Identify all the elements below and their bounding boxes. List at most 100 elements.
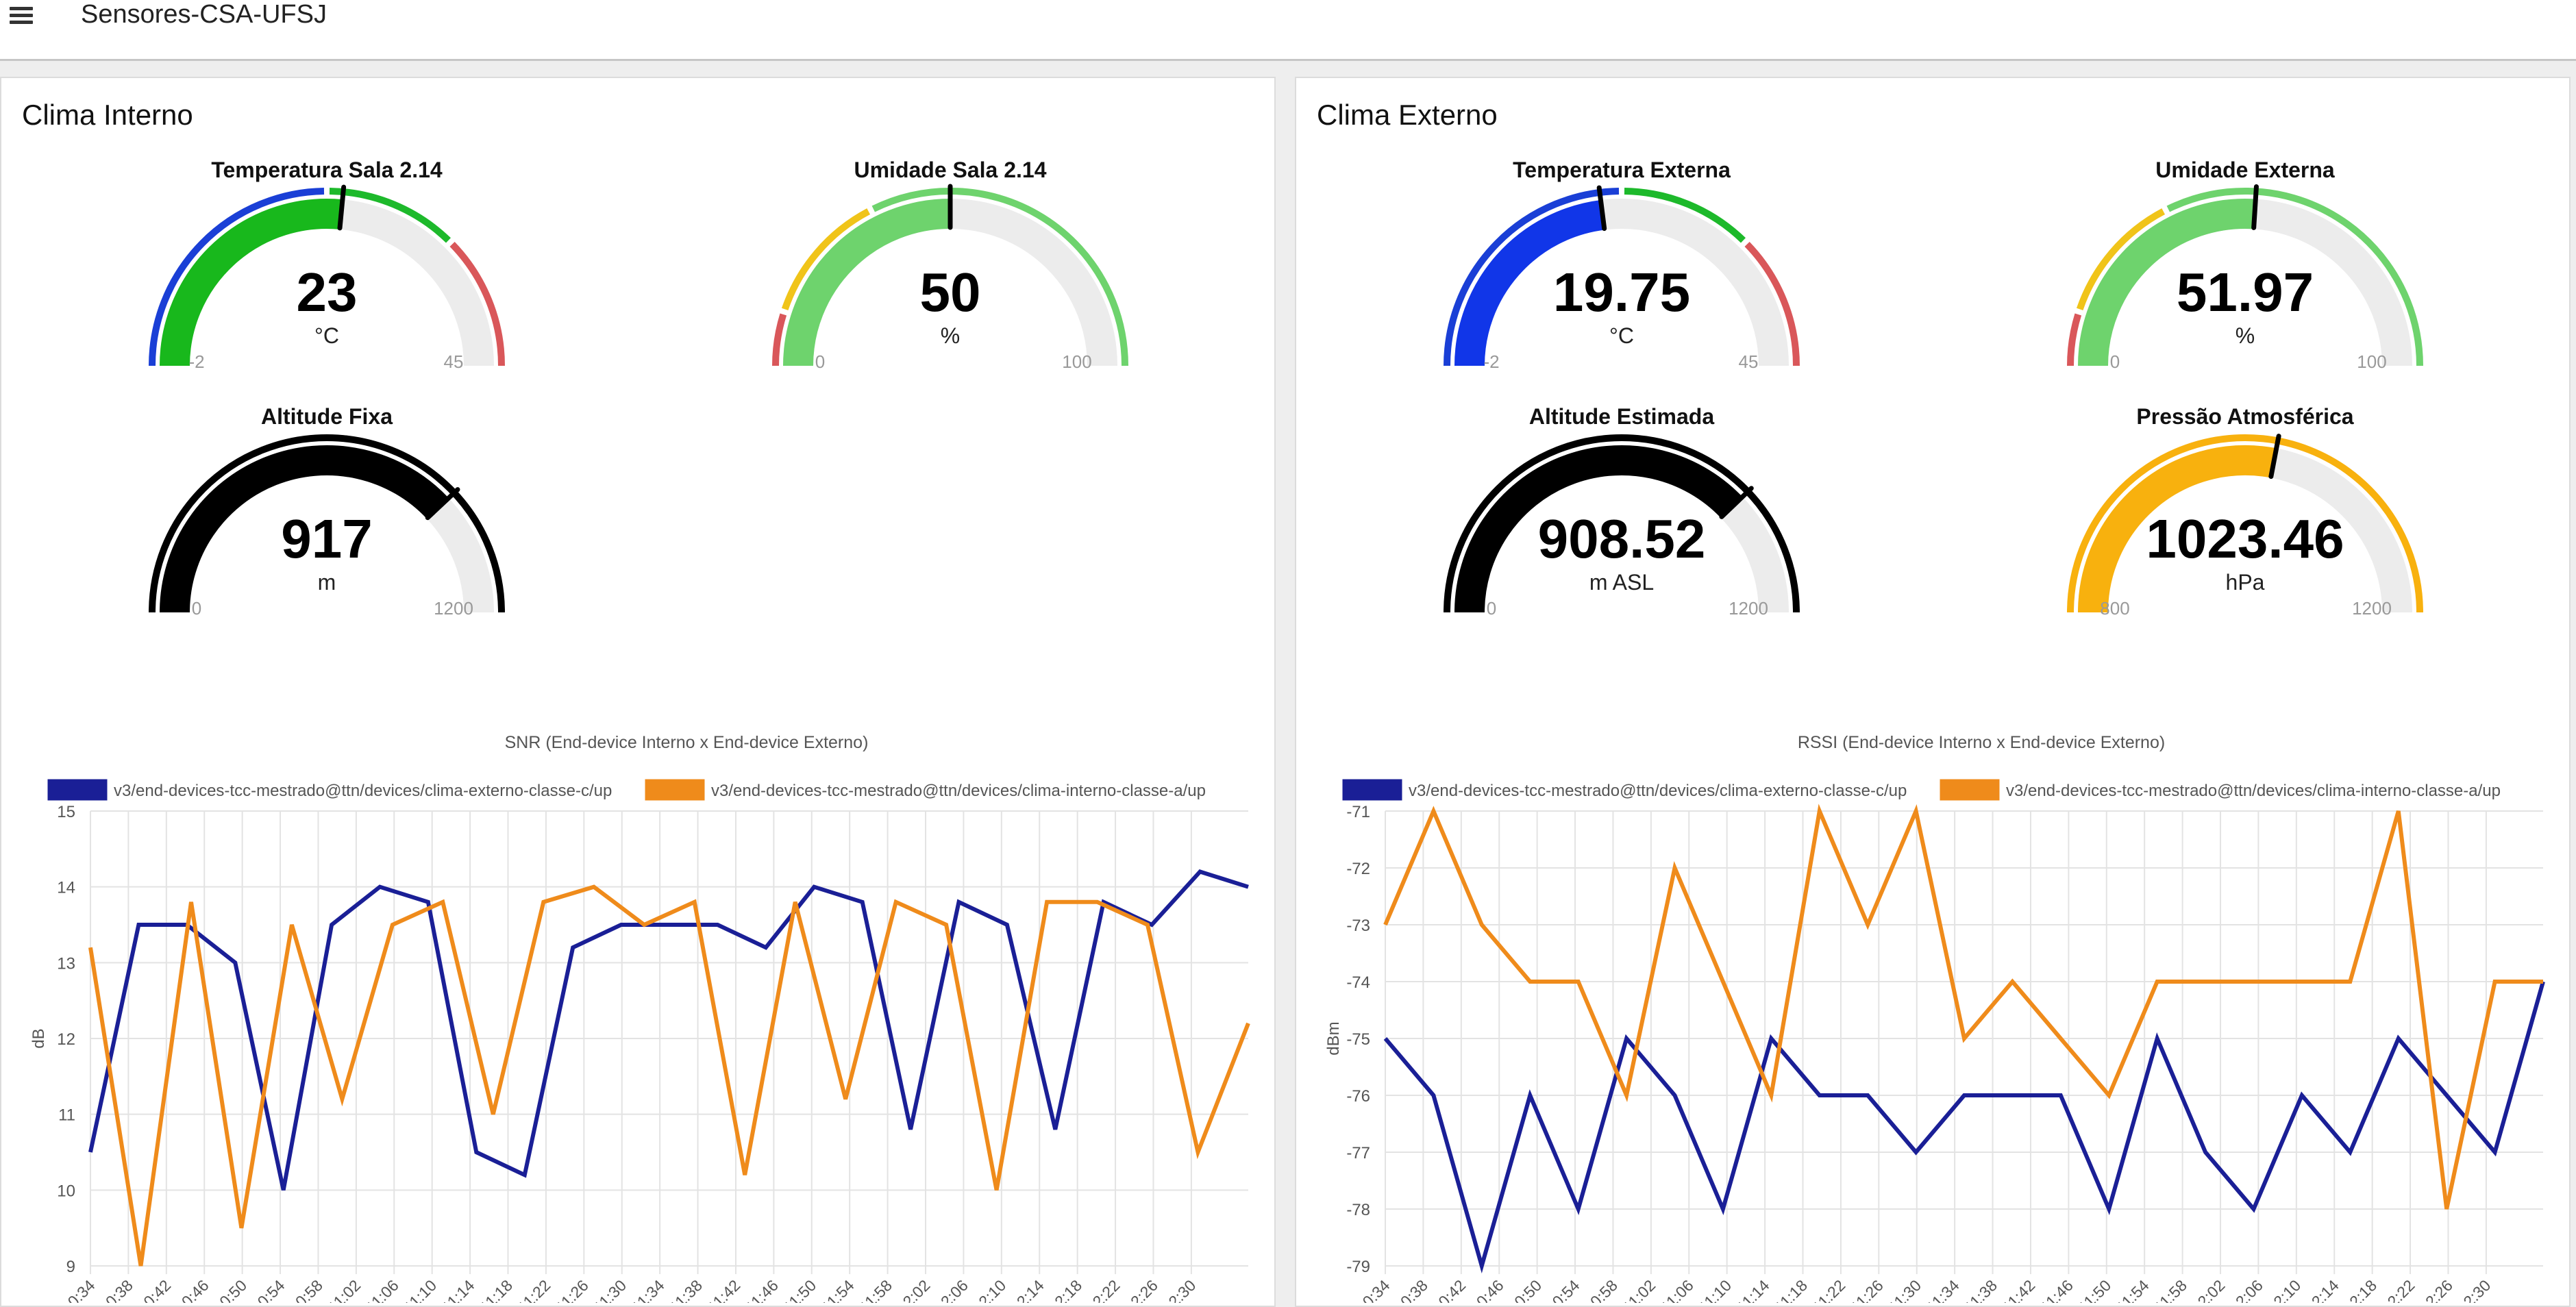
x-tick-label: 12:06 bbox=[931, 1276, 971, 1303]
x-tick-label: 10:38 bbox=[96, 1276, 136, 1303]
gauge-title: Temperatura Sala 2.14 bbox=[211, 158, 443, 182]
x-tick-label: 10:34 bbox=[1352, 1276, 1393, 1303]
gauge-max-label: 100 bbox=[1062, 351, 1091, 372]
legend-swatch bbox=[645, 779, 705, 801]
x-tick-label: 11:02 bbox=[325, 1276, 364, 1303]
gauge-value: 19.75 bbox=[1553, 262, 1690, 323]
x-tick-label: 11:26 bbox=[1847, 1276, 1887, 1303]
gauge-value: 50 bbox=[920, 262, 981, 323]
gauge-unit: °C bbox=[1609, 323, 1634, 348]
x-tick-label: 11:30 bbox=[590, 1276, 630, 1303]
x-tick-label: 12:02 bbox=[893, 1276, 933, 1303]
series-line bbox=[1383, 981, 2545, 1274]
gauge-value: 51.97 bbox=[2177, 262, 2314, 323]
gauge-min-label: 0 bbox=[815, 351, 825, 372]
legend-label: v3/end-devices-tcc-mestrado@ttn/devices/… bbox=[2006, 782, 2501, 800]
x-tick-label: 11:46 bbox=[2037, 1276, 2077, 1303]
y-tick-label: -78 bbox=[1346, 1201, 1370, 1219]
legend-swatch bbox=[1342, 779, 1402, 801]
gauge-unit: % bbox=[941, 323, 960, 348]
x-tick-label: 11:34 bbox=[628, 1276, 668, 1303]
gauge-value: 908.52 bbox=[1538, 508, 1706, 569]
y-tick-label: -72 bbox=[1346, 860, 1370, 878]
series-line bbox=[88, 884, 1250, 1267]
gauge-temperatura-externa: Temperatura Externa 19.75°C -2 45 bbox=[1444, 158, 1800, 372]
x-tick-label: 11:54 bbox=[818, 1276, 858, 1303]
gauge-max-label: 45 bbox=[444, 351, 464, 372]
gauge-title: Pressão Atmosférica bbox=[2136, 404, 2353, 429]
app-title: Sensores-CSA-UFSJ bbox=[81, 0, 327, 29]
x-tick-label: 10:46 bbox=[1467, 1276, 1507, 1303]
gauge-max-label: 1200 bbox=[1729, 598, 1768, 619]
legend-swatch bbox=[47, 779, 108, 801]
x-tick-label: 12:22 bbox=[1083, 1276, 1124, 1303]
x-tick-label: 12:30 bbox=[2453, 1276, 2494, 1303]
x-tick-label: 11:02 bbox=[1620, 1276, 1659, 1303]
gauge-pressao-atmosferica: Pressão Atmosférica 1023.46hPa 800 1200 bbox=[2067, 404, 2423, 619]
x-tick-label: 11:54 bbox=[2113, 1276, 2153, 1303]
x-tick-label: 11:38 bbox=[666, 1276, 706, 1303]
gauge-altitude-estimada: Altitude Estimada 908.52m ASL 0 1200 bbox=[1444, 404, 1800, 619]
legend-swatch bbox=[1940, 779, 2000, 801]
x-tick-label: 11:06 bbox=[1657, 1276, 1697, 1303]
x-tick-label: 12:26 bbox=[1121, 1276, 1161, 1303]
gauge-unit: % bbox=[2236, 323, 2255, 348]
gauge-value: 1023.46 bbox=[2146, 508, 2344, 569]
x-tick-label: 10:50 bbox=[210, 1276, 250, 1303]
x-tick-label: 11:42 bbox=[1999, 1276, 2039, 1303]
chart-title: SNR (End-device Interno x End-device Ext… bbox=[505, 733, 869, 752]
x-tick-label: 10:54 bbox=[1542, 1276, 1583, 1303]
y-axis-title: dB bbox=[29, 1028, 48, 1048]
legend-label: v3/end-devices-tcc-mestrado@ttn/devices/… bbox=[711, 782, 1206, 800]
x-tick-label: 11:42 bbox=[704, 1276, 744, 1303]
x-tick-label: 12:10 bbox=[2264, 1276, 2304, 1303]
x-tick-label: 12:26 bbox=[2416, 1276, 2456, 1303]
x-tick-label: 10:54 bbox=[247, 1276, 288, 1303]
gauge-min-label: -2 bbox=[1483, 351, 1499, 372]
x-tick-label: 10:58 bbox=[1581, 1276, 1621, 1303]
gauge-sector-arc bbox=[772, 313, 787, 366]
x-tick-label: 10:46 bbox=[172, 1276, 212, 1303]
x-tick-label: 11:14 bbox=[1733, 1276, 1773, 1303]
gauge-min-label: 0 bbox=[1487, 598, 1496, 619]
panel-title: Clima Interno bbox=[22, 99, 193, 131]
x-tick-label: 11:06 bbox=[362, 1276, 402, 1303]
x-tick-label: 11:22 bbox=[515, 1276, 554, 1303]
y-tick-label: 15 bbox=[57, 803, 75, 821]
gauge-sector-arc bbox=[2067, 313, 2082, 366]
x-tick-label: 12:02 bbox=[2188, 1276, 2228, 1303]
gauge-min-label: 0 bbox=[2110, 351, 2120, 372]
x-tick-label: 11:22 bbox=[1809, 1276, 1849, 1303]
gauge-unit: m ASL bbox=[1589, 570, 1654, 595]
y-tick-label: -77 bbox=[1346, 1144, 1370, 1162]
gauge-max-label: 45 bbox=[1739, 351, 1759, 372]
gauge-unit: hPa bbox=[2226, 570, 2265, 595]
series-line bbox=[88, 869, 1249, 1191]
x-tick-label: 11:50 bbox=[2075, 1276, 2114, 1303]
gauge-title: Altitude Estimada bbox=[1529, 404, 1714, 429]
rssi-chart: RSSI (End-device Interno x End-device Ex… bbox=[1324, 733, 2545, 1303]
gauge-altitude-fixa: Altitude Fixa 917m 0 1200 bbox=[149, 404, 505, 619]
y-tick-label: -74 bbox=[1346, 973, 1370, 992]
x-tick-label: 11:10 bbox=[1695, 1276, 1735, 1303]
y-tick-label: 14 bbox=[57, 879, 75, 897]
x-tick-label: 10:38 bbox=[1391, 1276, 1431, 1303]
x-tick-label: 12:10 bbox=[969, 1276, 1009, 1303]
gauge-title: Umidade Externa bbox=[2155, 158, 2335, 182]
hamburger-menu-icon[interactable] bbox=[10, 7, 33, 25]
x-tick-label: 11:10 bbox=[400, 1276, 440, 1303]
app-header: Sensores-CSA-UFSJ bbox=[0, 0, 2576, 61]
x-tick-label: 11:58 bbox=[2151, 1276, 2190, 1303]
panel-clima-interno: Clima Interno Temperatura Sala 2.14 23 °C -… bbox=[0, 77, 1276, 1307]
x-tick-label: 12:06 bbox=[2226, 1276, 2266, 1303]
legend-label: v3/end-devices-tcc-mestrado@ttn/devices/… bbox=[114, 782, 612, 800]
x-tick-label: 11:38 bbox=[1961, 1276, 2001, 1303]
gauge-title: Temperatura Externa bbox=[1513, 158, 1731, 182]
gauge-umidade-sala: Umidade Sala 2.14 50% 0 100 bbox=[772, 158, 1128, 372]
gauge-umidade-externa: Umidade Externa 51.97% 0 100 bbox=[2067, 158, 2423, 372]
gauge-min-label: 800 bbox=[2100, 598, 2129, 619]
gauge-needle bbox=[2251, 184, 2259, 230]
chart-title: RSSI (End-device Interno x End-device Ex… bbox=[1798, 733, 2165, 752]
gauge-value: 917 bbox=[281, 508, 372, 569]
gauge-temperatura-sala: Temperatura Sala 2.14 23°C -2 45 bbox=[149, 158, 505, 372]
